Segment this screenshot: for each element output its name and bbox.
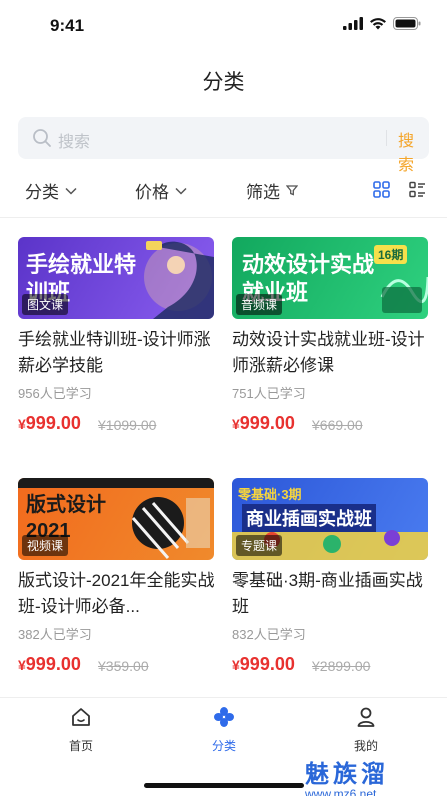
filter-category[interactable]: 分类 bbox=[25, 178, 77, 203]
watermark: 魅族溜 www.mz6.net bbox=[305, 754, 445, 796]
filter-bar: 分类 价格 筛选 bbox=[0, 170, 447, 210]
currency-symbol: ¥ bbox=[18, 657, 26, 673]
course-thumbnail: 手绘就业特训班 图文课 bbox=[18, 237, 214, 319]
course-original-price: ¥669.00 bbox=[312, 417, 363, 433]
search-button[interactable]: 搜索 bbox=[398, 127, 429, 175]
course-card[interactable]: 手绘就业特训班 图文课 手绘就业特训班-设计师涨薪必学技能 956人已学习 ¥9… bbox=[18, 237, 214, 467]
course-original-price: ¥1099.00 bbox=[98, 417, 157, 433]
search-bar[interactable]: 搜索 搜索 bbox=[18, 117, 429, 174]
currency-symbol: ¥ bbox=[232, 416, 240, 432]
course-thumbnail: 版式设计2021 视频课 bbox=[18, 478, 214, 560]
list-view-icon[interactable] bbox=[409, 181, 426, 198]
course-price-value: 999.00 bbox=[25, 654, 81, 674]
course-title[interactable]: 版式设计-2021年全能实战班-设计师必备... bbox=[18, 568, 218, 620]
thumbnail-badge: 16期 bbox=[374, 245, 408, 264]
course-title[interactable]: 零基础·3期-商业插画实战班 bbox=[232, 568, 432, 620]
status-time: 9:41 bbox=[50, 16, 85, 35]
filter-price-label: 价格 bbox=[135, 183, 169, 202]
signal-icon bbox=[343, 17, 363, 30]
course-card[interactable]: 零基础·3期 商业插画实战班 专题课 零基础·3期-商业插画实战班 832人已学… bbox=[232, 478, 428, 696]
grid-view-icon[interactable] bbox=[373, 181, 390, 198]
filter-price[interactable]: 价格 bbox=[135, 178, 187, 203]
home-icon bbox=[72, 708, 90, 726]
currency-symbol: ¥ bbox=[18, 416, 26, 432]
course-thumbnail: 动效设计实战就业班 16期 音频课 bbox=[232, 237, 428, 319]
status-icons bbox=[343, 17, 421, 30]
course-title[interactable]: 动效设计实战就业班-设计师涨薪必修课 bbox=[232, 327, 432, 379]
course-card[interactable]: 版式设计2021 视频课 版式设计-2021年全能实战班-设计师必备... 38… bbox=[18, 478, 214, 696]
course-type-tag: 专题课 bbox=[236, 535, 283, 556]
course-type-tag: 视频课 bbox=[22, 535, 69, 556]
course-learners: 832人已学习 bbox=[232, 627, 306, 642]
chevron-down-icon bbox=[175, 187, 187, 195]
course-thumbnail: 零基础·3期 商业插画实战班 专题课 bbox=[232, 478, 428, 560]
filter-screen-label: 筛选 bbox=[246, 183, 280, 202]
course-type-tag: 音频课 bbox=[236, 294, 283, 315]
tab-profile[interactable]: 我的 bbox=[326, 706, 406, 754]
course-learners: 956人已学习 bbox=[18, 386, 92, 401]
filter-category-label: 分类 bbox=[25, 183, 59, 202]
battery-icon bbox=[393, 17, 421, 30]
course-type-tag: 图文课 bbox=[22, 294, 69, 315]
search-divider bbox=[386, 130, 387, 146]
home-indicator[interactable] bbox=[144, 783, 304, 788]
thumbnail-badge: 零基础·3期 bbox=[238, 487, 302, 502]
tab-profile-label: 我的 bbox=[353, 739, 378, 753]
tab-category[interactable]: 分类 bbox=[184, 706, 264, 754]
course-learners: 751人已学习 bbox=[232, 386, 306, 401]
course-title[interactable]: 手绘就业特训班-设计师涨薪必学技能 bbox=[18, 327, 218, 379]
category-icon bbox=[214, 707, 234, 727]
watermark-title: 魅族溜 bbox=[305, 761, 389, 788]
course-card[interactable]: 动效设计实战就业班 16期 音频课 动效设计实战就业班-设计师涨薪必修课 751… bbox=[232, 237, 428, 467]
search-icon bbox=[33, 129, 51, 147]
course-original-price: ¥2899.00 bbox=[312, 658, 371, 674]
course-original-price: ¥359.00 bbox=[98, 658, 149, 674]
search-input[interactable]: 搜索 bbox=[58, 128, 90, 152]
course-learners: 382人已学习 bbox=[18, 627, 92, 642]
chevron-down-icon bbox=[65, 187, 77, 195]
wifi-icon bbox=[370, 18, 386, 30]
course-price-value: 999.00 bbox=[239, 413, 295, 433]
course-price-value: 999.00 bbox=[239, 654, 295, 674]
funnel-icon bbox=[286, 185, 298, 196]
profile-icon bbox=[357, 707, 375, 727]
filter-screen[interactable]: 筛选 bbox=[246, 178, 298, 203]
page-title: 分类 bbox=[202, 71, 245, 94]
course-price-value: 999.00 bbox=[25, 413, 81, 433]
course-price: ¥999.00 bbox=[232, 654, 295, 675]
course-price: ¥999.00 bbox=[18, 413, 81, 434]
course-price: ¥999.00 bbox=[232, 413, 295, 434]
watermark-url: www.mz6.net bbox=[305, 787, 377, 796]
course-price: ¥999.00 bbox=[18, 654, 81, 675]
tab-category-label: 分类 bbox=[211, 739, 236, 753]
tab-home[interactable]: 首页 bbox=[41, 706, 121, 754]
tab-home-label: 首页 bbox=[68, 739, 93, 753]
currency-symbol: ¥ bbox=[232, 657, 240, 673]
thumbnail-title: 商业插画实战班 bbox=[242, 504, 376, 532]
status-bar: 9:41 bbox=[0, 0, 447, 50]
filter-divider bbox=[0, 217, 447, 218]
